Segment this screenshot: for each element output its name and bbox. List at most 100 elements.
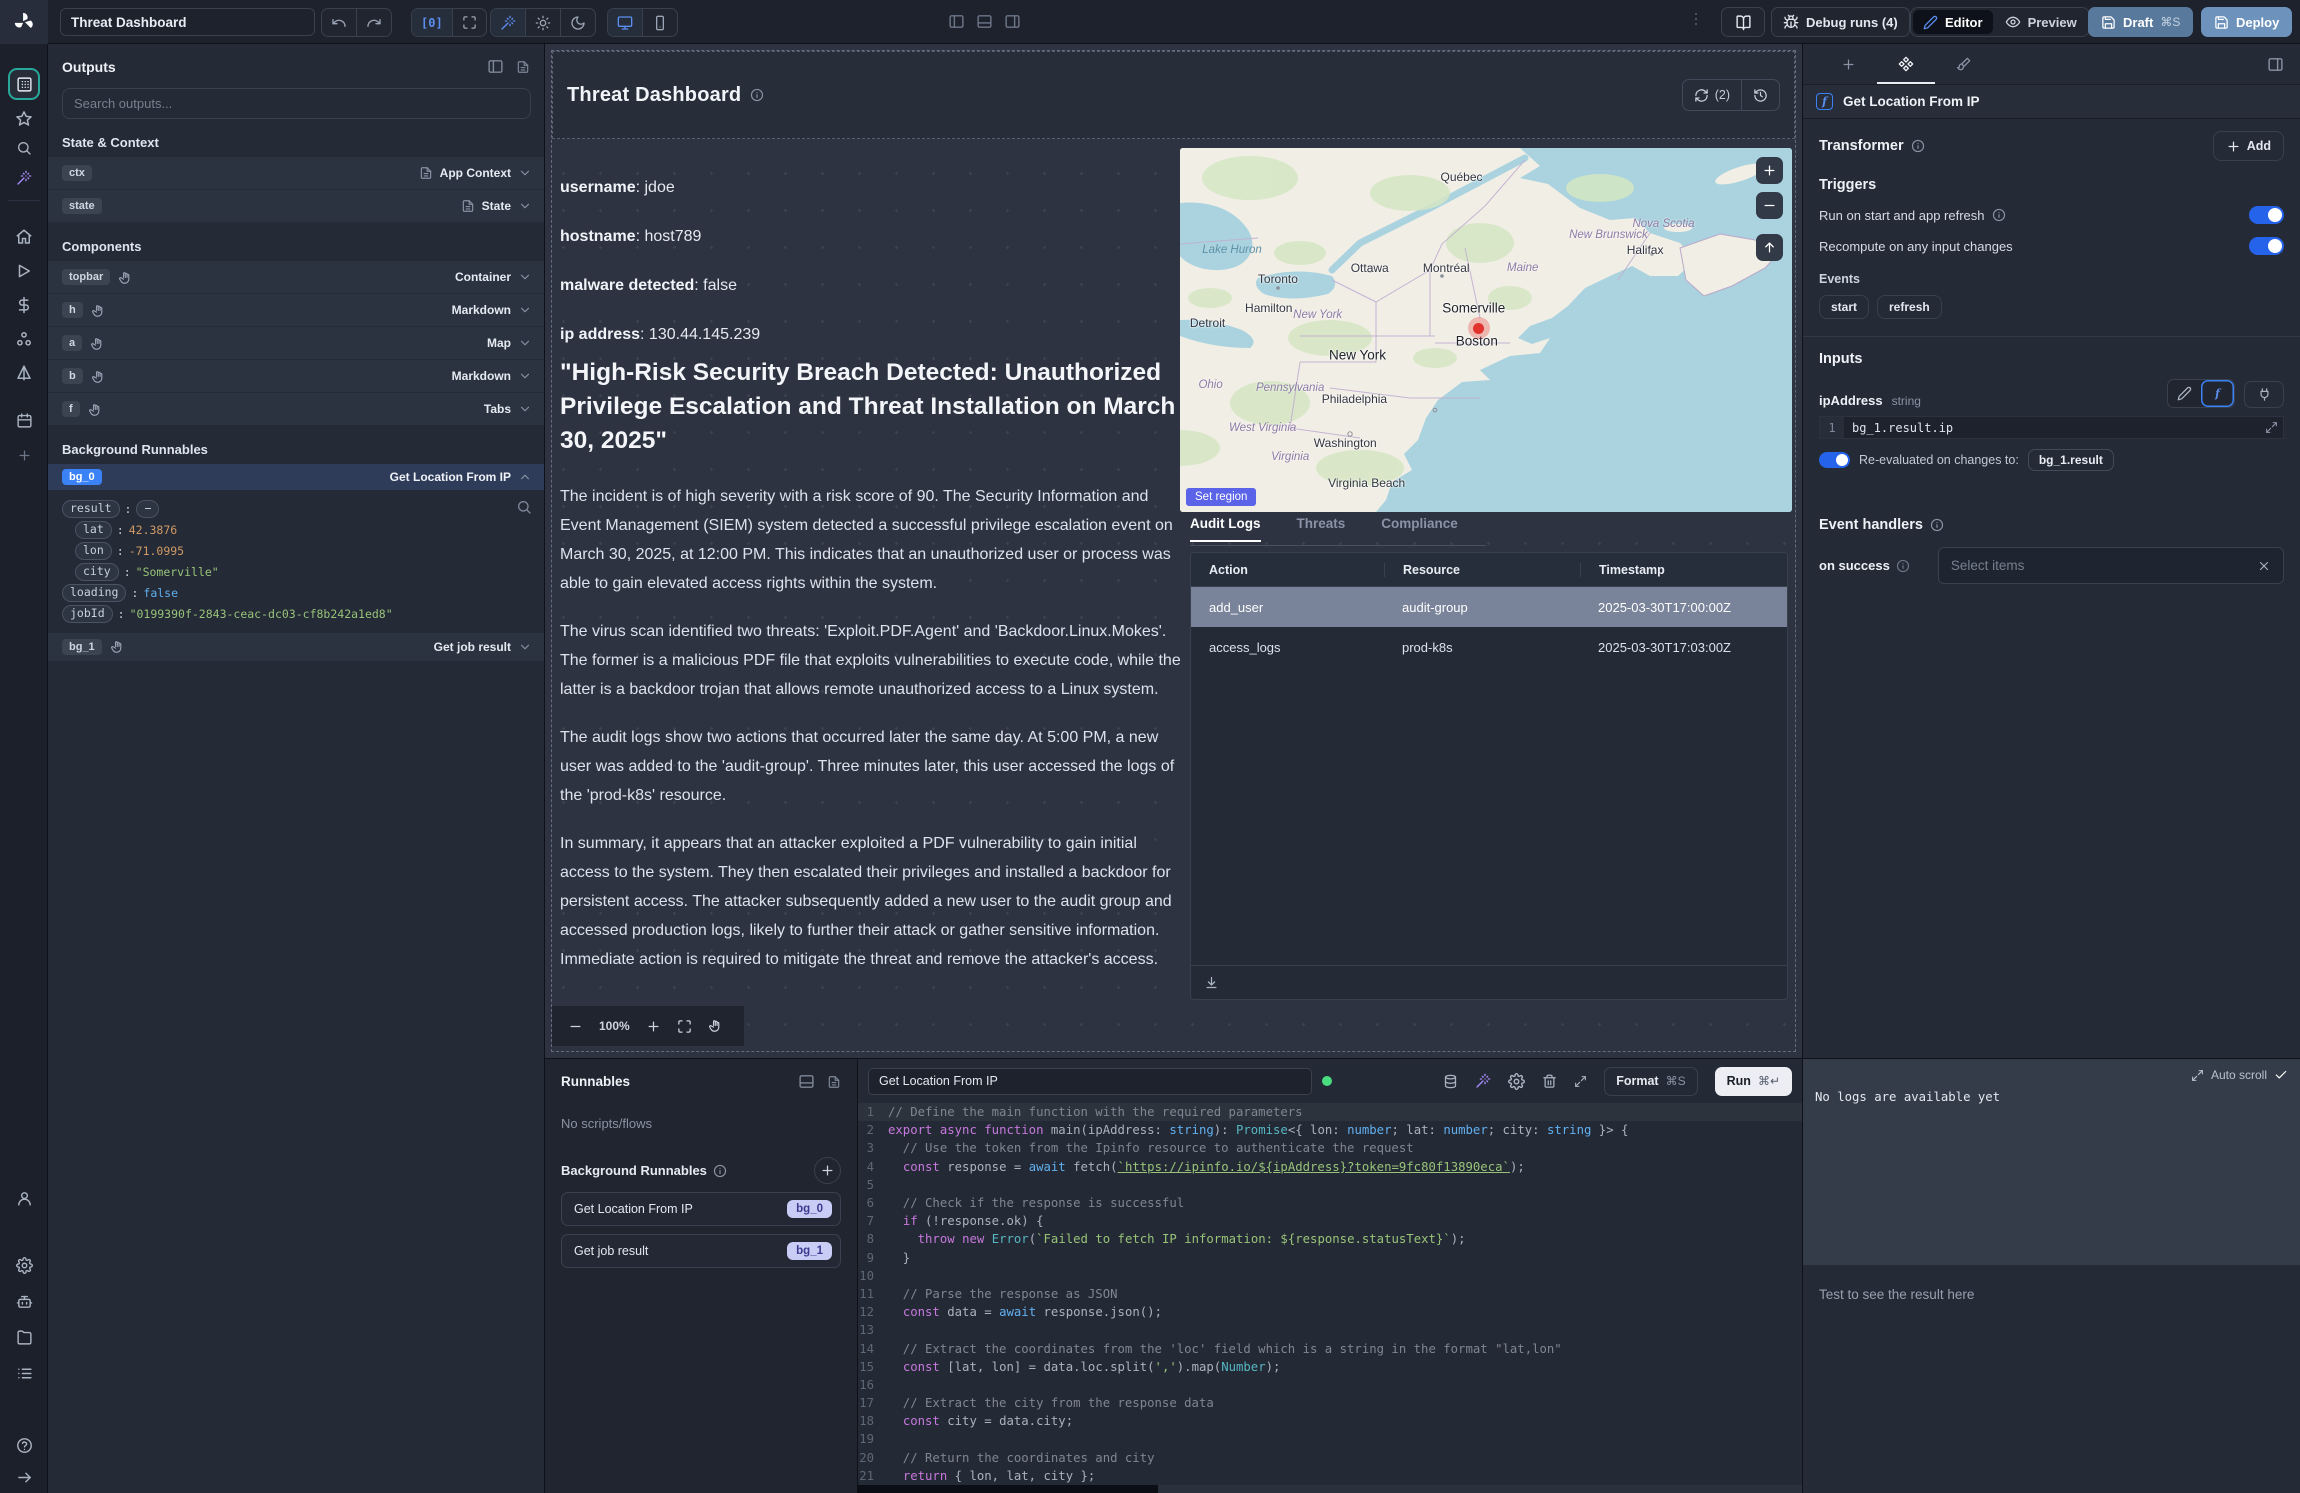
table-column-header[interactable]: Resource bbox=[1384, 563, 1580, 577]
collapse-toggle[interactable]: − bbox=[136, 500, 159, 518]
map-locate-button[interactable] bbox=[1756, 234, 1783, 261]
expand-logs-icon[interactable] bbox=[2191, 1069, 2204, 1082]
settings-tab[interactable] bbox=[1877, 44, 1935, 84]
static-mode-button[interactable] bbox=[2168, 380, 2201, 407]
input-expression-editor[interactable]: 1 bg_1.result.ip bbox=[1819, 416, 2284, 439]
markdown-body-block[interactable]: The incident is of high severity with a … bbox=[560, 482, 1182, 993]
chevron-down-icon[interactable] bbox=[518, 640, 532, 654]
code-line[interactable]: 21 return { lon, lat, city }; bbox=[858, 1467, 1802, 1485]
tab-compliance[interactable]: Compliance bbox=[1381, 516, 1458, 542]
bg1-row[interactable]: bg_1 Get job result bbox=[48, 633, 544, 661]
code-line[interactable]: 3 // Use the token from the Ipinfo resou… bbox=[858, 1139, 1802, 1157]
code-line[interactable]: 1// Define the main function with the re… bbox=[858, 1103, 1802, 1121]
triggers-nav-button[interactable] bbox=[0, 364, 48, 382]
code-line[interactable]: 7 if (!response.ok) { bbox=[858, 1212, 1802, 1230]
collapse-right-panel-icon[interactable] bbox=[2267, 56, 2284, 73]
code-line[interactable]: 8 throw new Error(`Failed to fetch IP in… bbox=[858, 1230, 1802, 1248]
ai-nav-button[interactable] bbox=[0, 170, 48, 186]
set-region-button[interactable]: Set region bbox=[1186, 488, 1256, 506]
chevron-up-icon[interactable] bbox=[518, 470, 532, 484]
users-nav-button[interactable] bbox=[0, 1190, 48, 1207]
format-button[interactable]: Format ⌘S bbox=[1604, 1067, 1697, 1096]
docs-button[interactable] bbox=[1721, 7, 1765, 37]
insert-tab[interactable] bbox=[1819, 44, 1877, 84]
toggle-right-panel-icon[interactable] bbox=[1004, 13, 1021, 30]
ai-wand-icon[interactable] bbox=[1475, 1073, 1491, 1089]
event-chip-refresh[interactable]: refresh bbox=[1877, 295, 1942, 319]
code-line[interactable]: 20 // Return the coordinates and city bbox=[858, 1449, 1802, 1467]
zoom-out-icon[interactable] bbox=[568, 1019, 583, 1034]
app-editor-nav-button[interactable] bbox=[0, 68, 48, 100]
canvas-topbar-container[interactable]: Threat Dashboard (2) bbox=[552, 51, 1795, 139]
dark-theme-button[interactable] bbox=[560, 9, 595, 36]
settings-icon[interactable] bbox=[1508, 1073, 1525, 1090]
zoom-in-icon[interactable] bbox=[646, 1019, 661, 1034]
download-icon[interactable] bbox=[1204, 975, 1219, 990]
code-line[interactable]: 11 // Parse the response as JSON bbox=[858, 1285, 1802, 1303]
connect-input-button[interactable] bbox=[2244, 381, 2284, 408]
tree-entry[interactable]: lon:-71.0995 bbox=[62, 540, 530, 561]
run-button[interactable]: Run ⌘↵ bbox=[1715, 1067, 1792, 1096]
recompute-timer-button[interactable] bbox=[1741, 80, 1779, 110]
outputs-search-input[interactable] bbox=[62, 88, 531, 119]
tab-audit-logs[interactable]: Audit Logs bbox=[1190, 516, 1261, 542]
component-row[interactable]: topbarContainer bbox=[48, 261, 544, 293]
runnable-item[interactable]: Get Location From IPbg_0 bbox=[561, 1192, 841, 1226]
map-component[interactable]: QuébecNew BrunswickNova ScotiaHalifaxOtt… bbox=[1180, 148, 1792, 512]
more-menu-button[interactable] bbox=[1688, 10, 1704, 27]
component-row[interactable]: aMap bbox=[48, 327, 544, 359]
variables-nav-button[interactable] bbox=[0, 296, 48, 314]
runnable-item[interactable]: Get job resultbg_1 bbox=[561, 1234, 841, 1268]
fit-view-button[interactable] bbox=[452, 9, 486, 36]
reeval-dependency-chip[interactable]: bg_1.result bbox=[2028, 449, 2114, 471]
doc-icon[interactable] bbox=[827, 1073, 841, 1090]
toggle-left-panel-icon[interactable] bbox=[948, 13, 965, 30]
event-chip-start[interactable]: start bbox=[1819, 295, 1869, 319]
collapse-bottom-icon[interactable] bbox=[798, 1073, 815, 1090]
code-line[interactable]: 18 const city = data.city; bbox=[858, 1412, 1802, 1430]
markdown-info-block[interactable]: username: jdoehostname: host789malware d… bbox=[560, 148, 1178, 344]
code-editor[interactable]: 1// Define the main function with the re… bbox=[858, 1103, 1802, 1493]
tree-entry[interactable]: city:"Somerville" bbox=[62, 561, 530, 582]
desktop-view-button[interactable] bbox=[608, 9, 642, 36]
collapse-panel-icon[interactable] bbox=[487, 58, 504, 75]
workers-nav-button[interactable] bbox=[0, 1293, 48, 1310]
component-row[interactable]: fTabs bbox=[48, 393, 544, 425]
reeval-toggle[interactable] bbox=[1819, 452, 1850, 468]
tree-entry[interactable]: loading:false bbox=[62, 582, 530, 603]
expand-editor-icon[interactable] bbox=[1574, 1075, 1587, 1088]
expr-mode-button[interactable]: f bbox=[2201, 380, 2234, 407]
undo-button[interactable] bbox=[322, 9, 356, 36]
map-zoom-out-button[interactable] bbox=[1756, 192, 1783, 219]
light-theme-button[interactable] bbox=[525, 9, 560, 36]
map-zoom-in-button[interactable] bbox=[1756, 157, 1783, 184]
auto-scroll-control[interactable]: Auto scroll bbox=[2191, 1068, 2288, 1082]
expand-expr-icon[interactable] bbox=[2265, 421, 2278, 434]
code-line[interactable]: 17 // Extract the city from the response… bbox=[858, 1394, 1802, 1412]
editor-tab[interactable]: Editor bbox=[1913, 10, 1993, 34]
styling-tab[interactable] bbox=[1935, 44, 1993, 84]
tree-search-icon[interactable] bbox=[516, 499, 532, 515]
add-nav-button[interactable] bbox=[0, 448, 48, 463]
search-nav-button[interactable] bbox=[0, 140, 48, 156]
code-line[interactable]: 2export async function main(ipAddress: s… bbox=[858, 1121, 1802, 1139]
code-line[interactable]: 15 const [lat, lon] = data.loc.split(','… bbox=[858, 1358, 1802, 1376]
code-line[interactable]: 13 bbox=[858, 1321, 1802, 1339]
state-row[interactable]: ctxApp Context bbox=[48, 157, 544, 189]
tree-root-line[interactable]: result:− bbox=[62, 498, 530, 519]
code-line[interactable]: 9 } bbox=[858, 1249, 1802, 1267]
debug-runs-button[interactable]: Debug runs (4) bbox=[1771, 7, 1910, 37]
code-line[interactable]: 16 bbox=[858, 1376, 1802, 1394]
tree-entry[interactable]: jobId:"0199390f-2843-ceac-dc03-cf8b242a1… bbox=[62, 603, 530, 624]
toggle-bottom-panel-icon[interactable] bbox=[976, 13, 993, 30]
refresh-components-button[interactable]: (2) bbox=[1683, 80, 1741, 110]
code-line[interactable]: 19 bbox=[858, 1430, 1802, 1448]
tree-entry[interactable]: lat:42.3876 bbox=[62, 519, 530, 540]
settings-nav-button[interactable] bbox=[0, 1257, 48, 1274]
scrollbar-thumb[interactable] bbox=[858, 1485, 1158, 1493]
code-line[interactable]: 5 bbox=[858, 1176, 1802, 1194]
ai-wand-button[interactable] bbox=[491, 9, 525, 36]
schedules-nav-button[interactable] bbox=[0, 412, 48, 429]
redo-button[interactable] bbox=[356, 9, 391, 36]
app-title-input[interactable] bbox=[60, 8, 315, 36]
